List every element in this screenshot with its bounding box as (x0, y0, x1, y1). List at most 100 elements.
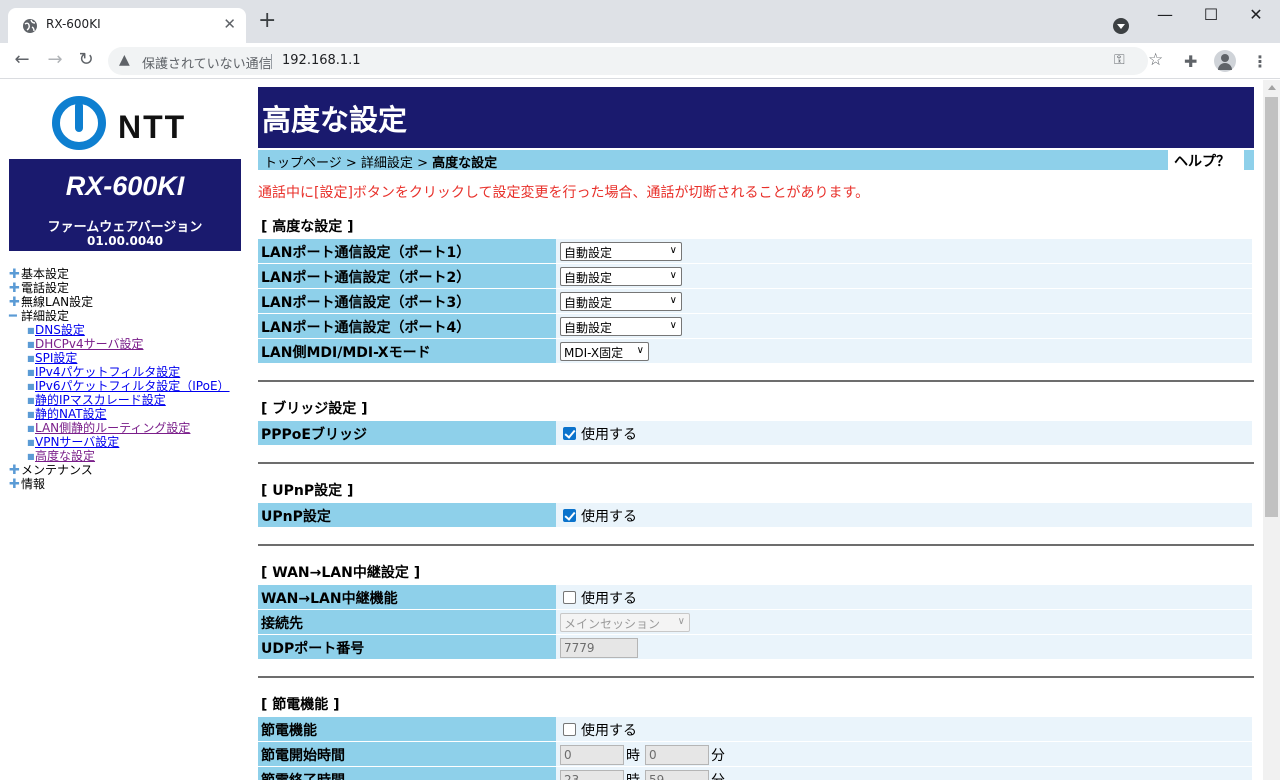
submenu-nat[interactable]: ■静的NAT設定 (9, 407, 245, 421)
submenu-advanced[interactable]: ■高度な設定 (9, 449, 245, 463)
address-bar[interactable]: ▲ 保護されていない通信 192.168.1.1 ⚿ ☆ (108, 47, 1163, 75)
breadcrumb-top[interactable]: トップページ (264, 156, 342, 171)
relay-dest-select[interactable]: メインセッション ∨ (560, 613, 690, 632)
chevron-down-icon: ∨ (669, 320, 677, 331)
section-divider (258, 544, 1254, 546)
mdi-select[interactable]: MDI-X固定 ∨ (560, 342, 649, 361)
submenu-ipv4[interactable]: ■IPv4パケットフィルタ設定 (9, 365, 245, 379)
help-button[interactable]: ヘルプ？ (1168, 150, 1244, 170)
menu-dots-icon[interactable]: ⋮ (1252, 52, 1268, 71)
port1-select[interactable]: 自動設定 ∨ (560, 242, 682, 261)
chevron-down-icon: ∨ (636, 345, 644, 356)
sidebar: NTT RX-600KI ファームウェアバージョン 01.00.0040 ✚基本… (0, 80, 245, 780)
page-scrollbar[interactable] (1263, 80, 1280, 780)
back-icon[interactable]: ← (12, 50, 32, 70)
row-relay-port: UDPポート番号 7779 (258, 635, 1252, 659)
minute-unit: 分 (711, 770, 725, 780)
menu-item-basic[interactable]: ✚基本設定 (9, 267, 245, 282)
power-checkbox-label[interactable]: 使用する (581, 720, 637, 740)
label-relay-func: WAN→LAN中継機能 (258, 585, 556, 609)
menu-item-wlan[interactable]: ✚無線LAN設定 (9, 295, 245, 310)
extensions-icon[interactable]: ✚ (1184, 52, 1197, 71)
submenu-vpn[interactable]: ■VPNサーバ設定 (9, 435, 245, 449)
submenu-dns[interactable]: ■DNS設定 (9, 323, 245, 337)
port4-select[interactable]: 自動設定 ∨ (560, 317, 682, 336)
menu-item-info[interactable]: ✚情報 (9, 477, 245, 492)
url-text[interactable]: 192.168.1.1 (282, 53, 361, 68)
section-title-bridge: [ ブリッジ設定 ] (261, 401, 368, 417)
chevron-down-icon: ∨ (669, 270, 677, 281)
browser-tab[interactable]: RX-600KI ✕ (8, 8, 246, 43)
expand-icon[interactable]: ✚ (9, 282, 21, 296)
end-minute-input[interactable]: 59 (645, 770, 709, 780)
label-pppoe: PPPoEブリッジ (258, 421, 556, 445)
section-divider (258, 676, 1254, 678)
row-port4: LANポート通信設定（ポート4） 自動設定 ∨ (258, 314, 1252, 338)
new-tab-button[interactable]: + (258, 10, 276, 32)
bullet-icon: ■ (27, 424, 35, 433)
port3-select[interactable]: 自動設定 ∨ (560, 292, 682, 311)
menu-item-maint[interactable]: ✚メンテナンス (9, 463, 245, 478)
label-power-end: 節電終了時間 (258, 767, 556, 780)
end-hour-input[interactable]: 23 (560, 770, 624, 780)
minimize-button[interactable]: — (1150, 5, 1180, 24)
bookmark-star-icon[interactable]: ☆ (1148, 50, 1163, 70)
breadcrumb-detail[interactable]: 詳細設定 (361, 156, 413, 171)
link-dns[interactable]: DNS設定 (35, 323, 85, 337)
maximize-button[interactable]: ☐ (1196, 5, 1226, 24)
expand-icon[interactable]: ✚ (9, 464, 21, 478)
label-power-func: 節電機能 (258, 717, 556, 741)
menu-item-phone[interactable]: ✚電話設定 (9, 281, 245, 296)
link-ipv6[interactable]: IPv6パケットフィルタ設定（IPoE） (35, 379, 230, 393)
submenu-spi[interactable]: ■SPI設定 (9, 351, 245, 365)
expand-icon[interactable]: ✚ (9, 296, 21, 310)
link-nat[interactable]: 静的NAT設定 (35, 407, 107, 421)
row-power-end: 節電終了時間 23 時 59 分 (258, 767, 1252, 780)
scrollbar-thumb[interactable] (1265, 97, 1278, 517)
port2-select[interactable]: 自動設定 ∨ (560, 267, 682, 286)
relay-checkbox[interactable] (563, 591, 576, 604)
pppoe-checkbox[interactable] (563, 427, 576, 440)
security-status[interactable]: 保護されていない通信 (142, 53, 272, 72)
row-pppoe: PPPoEブリッジ 使用する (258, 421, 1252, 445)
forward-icon[interactable]: → (45, 50, 65, 70)
submenu-ipv6[interactable]: ■IPv6パケットフィルタ設定（IPoE） (9, 379, 245, 393)
bridge-settings-table: PPPoEブリッジ 使用する (258, 421, 1252, 445)
bullet-icon: ■ (27, 452, 35, 461)
link-vpn[interactable]: VPNサーバ設定 (35, 435, 119, 449)
row-mdi: LAN側MDI/MDI-Xモード MDI-X固定 ∨ (258, 339, 1252, 363)
udp-port-input[interactable]: 7779 (560, 638, 638, 658)
pppoe-checkbox-label[interactable]: 使用する (581, 424, 637, 444)
relay-checkbox-label[interactable]: 使用する (581, 588, 637, 608)
link-advanced[interactable]: 高度な設定 (35, 449, 95, 463)
profile-avatar-icon[interactable] (1214, 50, 1236, 72)
upnp-checkbox-label[interactable]: 使用する (581, 506, 637, 526)
reload-icon[interactable]: ↻ (76, 50, 96, 70)
expand-icon[interactable]: ✚ (9, 268, 21, 282)
link-route[interactable]: LAN側静的ルーティング設定 (35, 421, 190, 435)
start-hour-input[interactable]: 0 (560, 745, 624, 765)
close-window-button[interactable]: ✕ (1241, 5, 1271, 24)
upnp-checkbox[interactable] (563, 509, 576, 522)
submenu-dhcp[interactable]: ■DHCPv4サーバ設定 (9, 337, 245, 351)
bullet-icon: ■ (27, 368, 35, 377)
link-ipv4[interactable]: IPv4パケットフィルタ設定 (35, 365, 180, 379)
power-checkbox[interactable] (563, 723, 576, 736)
expand-icon[interactable]: ✚ (9, 478, 21, 492)
firmware-version: 01.00.0040 (87, 234, 163, 248)
link-masq[interactable]: 静的IPマスカレード設定 (35, 393, 166, 407)
collapse-icon[interactable]: ━ (9, 310, 21, 324)
scroll-up-icon[interactable] (1268, 85, 1276, 90)
submenu-masq[interactable]: ■静的IPマスカレード設定 (9, 393, 245, 407)
key-icon[interactable]: ⚿ (1114, 52, 1125, 68)
tab-close-icon[interactable]: ✕ (223, 15, 236, 33)
link-dhcp[interactable]: DHCPv4サーバ設定 (35, 337, 144, 351)
menu-item-detail[interactable]: ━ 詳細設定 (9, 309, 245, 324)
submenu-route[interactable]: ■LAN側静的ルーティング設定 (9, 421, 245, 435)
tab-search-icon[interactable] (1113, 18, 1129, 34)
start-minute-input[interactable]: 0 (645, 745, 709, 765)
warning-icon[interactable]: ▲ (119, 52, 130, 68)
label-port1: LANポート通信設定（ポート1） (258, 239, 556, 263)
link-spi[interactable]: SPI設定 (35, 351, 77, 365)
label-relay-dest: 接続先 (258, 610, 556, 634)
